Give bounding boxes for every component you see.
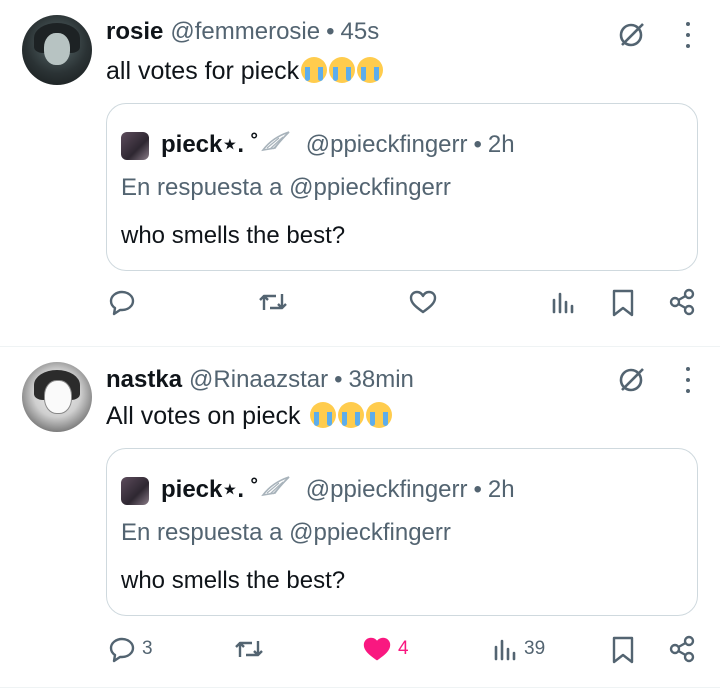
- loudly-crying-face-icon: [357, 57, 384, 83]
- wing-icon: [260, 131, 290, 152]
- author-handle[interactable]: @femmerosie: [170, 18, 320, 46]
- avatar-face: [44, 33, 70, 65]
- tweet-text: All votes on pieck: [106, 402, 392, 431]
- action-bar: [0, 288, 720, 324]
- views-button[interactable]: [550, 288, 582, 316]
- tweet-header: rosie @femmerosie • 45s: [106, 18, 379, 46]
- separator: •: [473, 476, 482, 503]
- avatar[interactable]: [22, 15, 92, 85]
- quote-text: who smells the best?: [121, 222, 346, 249]
- bookmark-icon: [612, 636, 634, 664]
- views-icon: [494, 639, 516, 661]
- quote-author-handle: @ppieckfingerr: [305, 476, 468, 503]
- views-icon: [552, 292, 574, 314]
- bookmark-button[interactable]: [610, 288, 636, 318]
- like-button[interactable]: 4: [362, 635, 409, 663]
- wing-icon: [260, 476, 290, 497]
- grok-icon[interactable]: [616, 363, 648, 395]
- separator: •: [473, 131, 482, 158]
- quote-avatar: [121, 477, 149, 505]
- loudly-crying-face-icon: [329, 57, 356, 83]
- tweet-header: nastka @Rinaazstar • 38min: [106, 366, 414, 394]
- quote-header: pieck⋆. ˚ @ppieckfingerr • 2h: [161, 475, 515, 504]
- views-count: 39: [524, 638, 546, 659]
- loudly-crying-face-icon: [301, 57, 328, 83]
- quoted-tweet[interactable]: pieck⋆. ˚ @ppieckfingerr • 2h En respues…: [106, 448, 698, 616]
- tweet-text-content: all votes for pieck: [106, 57, 300, 85]
- like-count: 4: [398, 638, 409, 659]
- quote-timestamp: 2h: [487, 131, 515, 158]
- avatar-face: [44, 380, 72, 414]
- timestamp[interactable]: 38min: [349, 366, 414, 394]
- tweet[interactable]: nastka @Rinaazstar • 38min All votes on …: [0, 347, 720, 688]
- retweet-button[interactable]: [258, 288, 294, 316]
- action-bar: 3 4 39: [0, 635, 720, 671]
- reply-button[interactable]: [108, 288, 142, 316]
- separator: •: [334, 366, 343, 393]
- reply-button[interactable]: 3: [108, 635, 153, 663]
- separator: •: [326, 18, 335, 45]
- quote-avatar: [121, 132, 149, 160]
- retweet-icon: [235, 641, 263, 657]
- grok-icon[interactable]: [616, 18, 648, 50]
- share-icon: [669, 635, 695, 663]
- bookmark-button[interactable]: [610, 635, 636, 665]
- quote-text: who smells the best?: [121, 567, 346, 594]
- tweet[interactable]: rosie @femmerosie • 45s all votes for pi…: [0, 0, 720, 347]
- author-name[interactable]: rosie: [106, 18, 163, 46]
- quote-header: pieck⋆. ˚ @ppieckfingerr • 2h: [161, 130, 515, 159]
- author-handle[interactable]: @Rinaazstar: [189, 366, 328, 394]
- loudly-crying-face-icon: [365, 402, 392, 428]
- more-icon[interactable]: [684, 367, 692, 393]
- reply-icon: [109, 290, 135, 316]
- tweet-text: all votes for pieck: [106, 57, 384, 86]
- loudly-crying-face-icon: [309, 402, 336, 428]
- avatar[interactable]: [22, 362, 92, 432]
- quote-author-name: pieck⋆. ˚: [161, 131, 259, 158]
- share-button[interactable]: [668, 635, 696, 663]
- reply-icon: [109, 637, 135, 663]
- share-icon: [669, 288, 695, 316]
- quote-author-handle: @ppieckfingerr: [305, 131, 468, 158]
- reply-context[interactable]: En respuesta a @ppieckfingerr: [121, 174, 451, 202]
- tweet-text-content: All votes on pieck: [106, 402, 301, 430]
- like-button[interactable]: [408, 288, 444, 316]
- loudly-crying-face-icon: [337, 402, 364, 428]
- retweet-icon: [259, 294, 287, 310]
- retweet-button[interactable]: [234, 635, 270, 663]
- quote-author-name: pieck⋆. ˚: [161, 476, 259, 503]
- like-icon: [363, 637, 391, 661]
- share-button[interactable]: [668, 288, 696, 316]
- author-name[interactable]: nastka: [106, 366, 182, 394]
- timestamp[interactable]: 45s: [341, 18, 380, 46]
- views-button[interactable]: 39: [492, 635, 545, 663]
- reply-count: 3: [142, 638, 153, 659]
- reply-context[interactable]: En respuesta a @ppieckfingerr: [121, 519, 451, 547]
- more-icon[interactable]: [684, 22, 692, 48]
- quoted-tweet[interactable]: pieck⋆. ˚ @ppieckfingerr • 2h En respues…: [106, 103, 698, 271]
- like-icon: [409, 290, 437, 314]
- quote-timestamp: 2h: [487, 476, 515, 503]
- bookmark-icon: [612, 289, 634, 317]
